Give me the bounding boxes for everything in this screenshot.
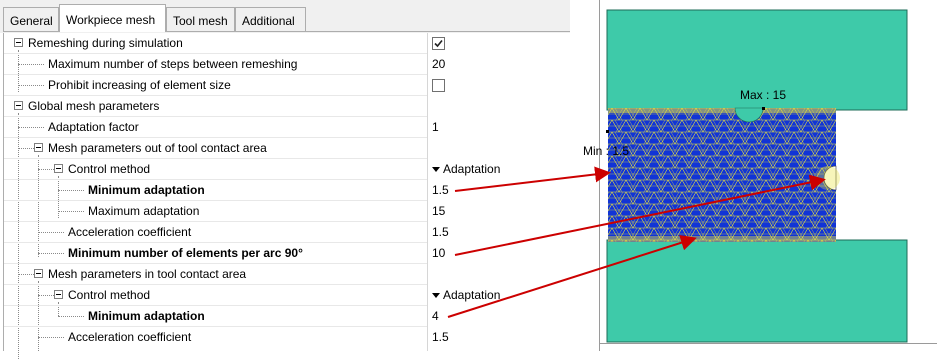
row-label: Control method	[68, 288, 151, 302]
row-label: Mesh parameters in tool contact area	[48, 267, 247, 281]
row-label: Remeshing during simulation	[28, 36, 183, 50]
checkmark-icon	[434, 39, 443, 48]
row-label: Maximum number of steps between remeshin…	[48, 57, 298, 71]
dropdown-arrow-icon[interactable]	[432, 293, 440, 298]
row-label: Prohibit increasing of element size	[48, 78, 231, 92]
row-mesh-out-contact[interactable]: Mesh parameters out of tool contact area	[4, 138, 568, 159]
max-adaptation-value[interactable]: 15	[432, 204, 445, 218]
control-method-value[interactable]: Adaptation	[443, 162, 500, 176]
tab-additional[interactable]: Additional	[235, 7, 306, 31]
remeshing-checkbox[interactable]	[432, 37, 445, 50]
row-remeshing[interactable]: Remeshing during simulation	[4, 33, 568, 54]
min-adaptation-value[interactable]: 1.5	[432, 183, 449, 197]
row-acceleration-contact[interactable]: Acceleration coefficient 1.5	[4, 327, 568, 348]
row-label: Control method	[68, 162, 151, 176]
row-acceleration[interactable]: Acceleration coefficient 1.5	[4, 222, 568, 243]
row-min-adaptation-contact[interactable]: Minimum adaptation 4	[4, 306, 568, 327]
collapse-icon[interactable]	[14, 101, 23, 110]
row-control-method[interactable]: Control method Adaptation	[4, 159, 568, 180]
viewport-border	[599, 343, 937, 344]
row-max-steps[interactable]: Maximum number of steps between remeshin…	[4, 54, 568, 75]
max-marker	[762, 107, 765, 110]
collapse-icon[interactable]	[54, 290, 63, 299]
settings-panel: General Workpiece mesh Tool mesh Additio…	[0, 0, 570, 359]
min-elements-arc-value[interactable]: 10	[432, 246, 445, 260]
row-label: Acceleration coefficient	[68, 330, 192, 344]
max-label: Max : 15	[740, 88, 786, 102]
tab-strip: General Workpiece mesh Tool mesh Additio…	[0, 0, 570, 33]
min-label: Min : 1.5	[583, 144, 629, 158]
row-label: Minimum adaptation	[88, 309, 205, 323]
tab-workpiece-mesh[interactable]: Workpiece mesh	[59, 4, 166, 32]
acceleration-contact-value[interactable]: 1.5	[432, 330, 449, 344]
row-min-elements-arc[interactable]: Minimum number of elements per arc 90° 1…	[4, 243, 568, 264]
row-adaptation-factor[interactable]: Adaptation factor 1	[4, 117, 568, 138]
collapse-icon[interactable]	[34, 143, 43, 152]
tab-tool-mesh[interactable]: Tool mesh	[166, 7, 235, 31]
dropdown-arrow-icon[interactable]	[432, 167, 440, 172]
collapse-icon[interactable]	[54, 164, 63, 173]
row-global-mesh[interactable]: Global mesh parameters	[4, 96, 568, 117]
row-max-adaptation[interactable]: Maximum adaptation 15	[4, 201, 568, 222]
row-label: Global mesh parameters	[28, 99, 160, 113]
row-label: Mesh parameters out of tool contact area	[48, 141, 267, 155]
row-mesh-in-contact[interactable]: Mesh parameters in tool contact area	[4, 264, 568, 285]
lower-tool	[606, 239, 908, 343]
acceleration-value[interactable]: 1.5	[432, 225, 449, 239]
min-adaptation-contact-value[interactable]: 4	[432, 309, 439, 323]
min-marker	[606, 130, 609, 133]
adaptation-factor-value[interactable]: 1	[432, 120, 439, 134]
row-label: Acceleration coefficient	[68, 225, 192, 239]
prohibit-increase-checkbox[interactable]	[432, 79, 445, 92]
row-control-method-contact[interactable]: Control method Adaptation	[4, 285, 568, 306]
tab-general[interactable]: General	[3, 7, 59, 31]
collapse-icon[interactable]	[14, 38, 23, 47]
row-label: Maximum adaptation	[88, 204, 200, 218]
row-label: Minimum number of elements per arc 90°	[68, 246, 303, 260]
mesh-canvas: Max : 15 Min : 1.5	[583, 0, 937, 351]
row-label: Adaptation factor	[48, 120, 139, 134]
row-min-adaptation[interactable]: Minimum adaptation 1.5	[4, 180, 568, 201]
collapse-icon[interactable]	[34, 269, 43, 278]
property-grid: Remeshing during simulation Maximum numb…	[3, 33, 568, 359]
workpiece-mesh	[608, 107, 840, 242]
mesh-viewport[interactable]: Max : 15 Min : 1.5	[570, 0, 937, 351]
row-label: Minimum adaptation	[88, 183, 205, 197]
row-prohibit-increase[interactable]: Prohibit increasing of element size	[4, 75, 568, 96]
control-method-contact-value[interactable]: Adaptation	[443, 288, 500, 302]
viewport-border	[599, 0, 600, 351]
max-steps-value[interactable]: 20	[432, 57, 445, 71]
